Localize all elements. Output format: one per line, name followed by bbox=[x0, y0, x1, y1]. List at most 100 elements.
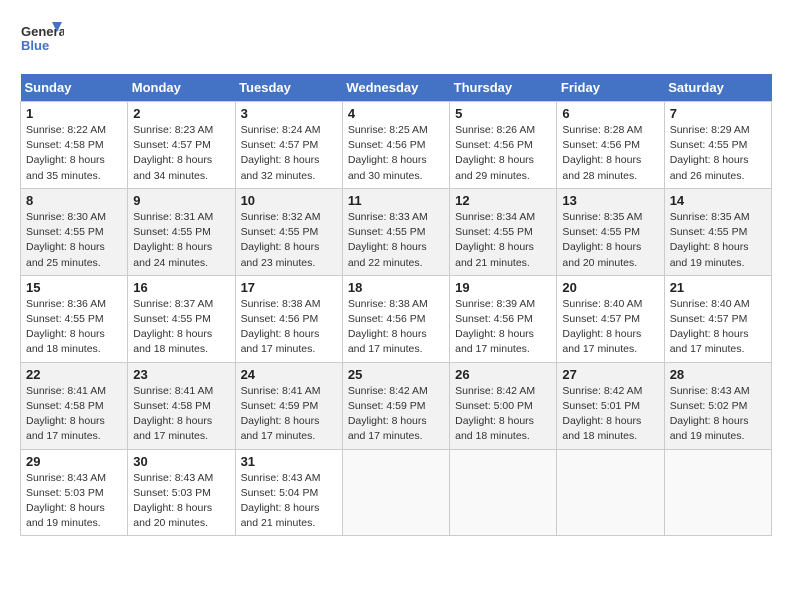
calendar-cell: 28Sunrise: 8:43 AMSunset: 5:02 PMDayligh… bbox=[664, 362, 771, 449]
day-info: Sunrise: 8:35 AMSunset: 4:55 PMDaylight:… bbox=[562, 210, 658, 271]
day-info: Sunrise: 8:42 AMSunset: 5:01 PMDaylight:… bbox=[562, 384, 658, 445]
day-info: Sunrise: 8:33 AMSunset: 4:55 PMDaylight:… bbox=[348, 210, 444, 271]
calendar-cell: 9Sunrise: 8:31 AMSunset: 4:55 PMDaylight… bbox=[128, 188, 235, 275]
weekday-header-thursday: Thursday bbox=[450, 74, 557, 102]
day-number: 15 bbox=[26, 280, 122, 295]
day-info: Sunrise: 8:39 AMSunset: 4:56 PMDaylight:… bbox=[455, 297, 551, 358]
day-info: Sunrise: 8:32 AMSunset: 4:55 PMDaylight:… bbox=[241, 210, 337, 271]
day-info: Sunrise: 8:41 AMSunset: 4:59 PMDaylight:… bbox=[241, 384, 337, 445]
day-number: 21 bbox=[670, 280, 766, 295]
day-info: Sunrise: 8:36 AMSunset: 4:55 PMDaylight:… bbox=[26, 297, 122, 358]
calendar-cell: 24 Sunrise: 8:41 AMSunset: 4:59 PMDayligh… bbox=[235, 362, 342, 449]
weekday-header-row: SundayMondayTuesdayWednesdayThursdayFrid… bbox=[21, 74, 772, 102]
calendar-cell: 30 Sunrise: 8:43 AMSunset: 5:03 PMDayligh… bbox=[128, 449, 235, 536]
calendar-cell: 1 Sunrise: 8:22 AMSunset: 4:58 PMDaylight… bbox=[21, 102, 128, 189]
calendar-week-row: 1 Sunrise: 8:22 AMSunset: 4:58 PMDaylight… bbox=[21, 102, 772, 189]
calendar-cell: 20 Sunrise: 8:40 AMSunset: 4:57 PMDayligh… bbox=[557, 275, 664, 362]
day-info: Sunrise: 8:38 AMSunset: 4:56 PMDaylight:… bbox=[348, 297, 444, 358]
day-number: 16 bbox=[133, 280, 229, 295]
day-number: 12 bbox=[455, 193, 551, 208]
weekday-header-tuesday: Tuesday bbox=[235, 74, 342, 102]
day-info: Sunrise: 8:43 AMSunset: 5:04 PMDaylight:… bbox=[241, 471, 337, 532]
day-number: 25 bbox=[348, 367, 444, 382]
day-number: 5 bbox=[455, 106, 551, 121]
day-number: 31 bbox=[241, 454, 337, 469]
day-info: Sunrise: 8:23 AMSunset: 4:57 PMDaylight:… bbox=[133, 123, 229, 184]
day-number: 18 bbox=[348, 280, 444, 295]
day-info: Sunrise: 8:24 AMSunset: 4:57 PMDaylight:… bbox=[241, 123, 337, 184]
day-number: 19 bbox=[455, 280, 551, 295]
day-info: Sunrise: 8:41 AMSunset: 4:58 PMDaylight:… bbox=[133, 384, 229, 445]
calendar-cell: 6 Sunrise: 8:28 AMSunset: 4:56 PMDaylight… bbox=[557, 102, 664, 189]
day-number: 13 bbox=[562, 193, 658, 208]
day-info: Sunrise: 8:42 AMSunset: 5:00 PMDaylight:… bbox=[455, 384, 551, 445]
logo-svg: General Blue bbox=[20, 20, 64, 64]
calendar-week-row: 29 Sunrise: 8:43 AMSunset: 5:03 PMDayligh… bbox=[21, 449, 772, 536]
calendar-cell: 18 Sunrise: 8:38 AMSunset: 4:56 PMDayligh… bbox=[342, 275, 449, 362]
calendar-cell: 21Sunrise: 8:40 AMSunset: 4:57 PMDayligh… bbox=[664, 275, 771, 362]
calendar-cell: 16 Sunrise: 8:37 AMSunset: 4:55 PMDayligh… bbox=[128, 275, 235, 362]
day-number: 17 bbox=[241, 280, 337, 295]
day-number: 24 bbox=[241, 367, 337, 382]
calendar-cell: 8 Sunrise: 8:30 AMSunset: 4:55 PMDaylight… bbox=[21, 188, 128, 275]
day-number: 3 bbox=[241, 106, 337, 121]
calendar-cell: 31 Sunrise: 8:43 AMSunset: 5:04 PMDayligh… bbox=[235, 449, 342, 536]
weekday-header-saturday: Saturday bbox=[664, 74, 771, 102]
day-info: Sunrise: 8:37 AMSunset: 4:55 PMDaylight:… bbox=[133, 297, 229, 358]
calendar-cell: 4 Sunrise: 8:25 AMSunset: 4:56 PMDaylight… bbox=[342, 102, 449, 189]
svg-text:Blue: Blue bbox=[21, 38, 49, 53]
day-info: Sunrise: 8:42 AMSunset: 4:59 PMDaylight:… bbox=[348, 384, 444, 445]
day-number: 14 bbox=[670, 193, 766, 208]
calendar-cell: 5 Sunrise: 8:26 AMSunset: 4:56 PMDaylight… bbox=[450, 102, 557, 189]
day-number: 1 bbox=[26, 106, 122, 121]
weekday-header-sunday: Sunday bbox=[21, 74, 128, 102]
calendar-cell bbox=[557, 449, 664, 536]
calendar-cell: 19 Sunrise: 8:39 AMSunset: 4:56 PMDayligh… bbox=[450, 275, 557, 362]
day-number: 30 bbox=[133, 454, 229, 469]
calendar-cell: 12 Sunrise: 8:34 AMSunset: 4:55 PMDayligh… bbox=[450, 188, 557, 275]
day-info: Sunrise: 8:34 AMSunset: 4:55 PMDaylight:… bbox=[455, 210, 551, 271]
weekday-header-monday: Monday bbox=[128, 74, 235, 102]
calendar-cell: 14 Sunrise: 8:35 AMSunset: 4:55 PMDayligh… bbox=[664, 188, 771, 275]
day-info: Sunrise: 8:43 AMSunset: 5:03 PMDaylight:… bbox=[133, 471, 229, 532]
calendar-cell: 26 Sunrise: 8:42 AMSunset: 5:00 PMDayligh… bbox=[450, 362, 557, 449]
day-info: Sunrise: 8:30 AMSunset: 4:55 PMDaylight:… bbox=[26, 210, 122, 271]
calendar-cell bbox=[664, 449, 771, 536]
calendar-cell: 17 Sunrise: 8:38 AMSunset: 4:56 PMDayligh… bbox=[235, 275, 342, 362]
day-number: 4 bbox=[348, 106, 444, 121]
day-info: Sunrise: 8:22 AMSunset: 4:58 PMDaylight:… bbox=[26, 123, 122, 184]
calendar-cell: 23Sunrise: 8:41 AMSunset: 4:58 PMDayligh… bbox=[128, 362, 235, 449]
calendar-cell: 22Sunrise: 8:41 AMSunset: 4:58 PMDayligh… bbox=[21, 362, 128, 449]
day-number: 6 bbox=[562, 106, 658, 121]
weekday-header-wednesday: Wednesday bbox=[342, 74, 449, 102]
day-number: 29 bbox=[26, 454, 122, 469]
calendar-cell: 7Sunrise: 8:29 AMSunset: 4:55 PMDaylight… bbox=[664, 102, 771, 189]
day-info: Sunrise: 8:28 AMSunset: 4:56 PMDaylight:… bbox=[562, 123, 658, 184]
calendar-cell: 25 Sunrise: 8:42 AMSunset: 4:59 PMDayligh… bbox=[342, 362, 449, 449]
logo: General Blue bbox=[20, 20, 64, 64]
day-number: 8 bbox=[26, 193, 122, 208]
day-number: 22 bbox=[26, 367, 122, 382]
day-number: 28 bbox=[670, 367, 766, 382]
weekday-header-friday: Friday bbox=[557, 74, 664, 102]
day-info: Sunrise: 8:26 AMSunset: 4:56 PMDaylight:… bbox=[455, 123, 551, 184]
day-info: Sunrise: 8:35 AMSunset: 4:55 PMDaylight:… bbox=[670, 210, 766, 271]
day-info: Sunrise: 8:25 AMSunset: 4:56 PMDaylight:… bbox=[348, 123, 444, 184]
day-number: 26 bbox=[455, 367, 551, 382]
calendar-table: SundayMondayTuesdayWednesdayThursdayFrid… bbox=[20, 74, 772, 536]
calendar-week-row: 8 Sunrise: 8:30 AMSunset: 4:55 PMDaylight… bbox=[21, 188, 772, 275]
calendar-cell: 13 Sunrise: 8:35 AMSunset: 4:55 PMDayligh… bbox=[557, 188, 664, 275]
day-number: 27 bbox=[562, 367, 658, 382]
day-number: 20 bbox=[562, 280, 658, 295]
day-info: Sunrise: 8:40 AMSunset: 4:57 PMDaylight:… bbox=[562, 297, 658, 358]
calendar-week-row: 15 Sunrise: 8:36 AMSunset: 4:55 PMDayligh… bbox=[21, 275, 772, 362]
calendar-week-row: 22 Sunrise: 8:41 AMSunset: 4:58 PMDayligh… bbox=[21, 362, 772, 449]
calendar-cell: 10 Sunrise: 8:32 AMSunset: 4:55 PMDayligh… bbox=[235, 188, 342, 275]
calendar-cell bbox=[450, 449, 557, 536]
day-number: 10 bbox=[241, 193, 337, 208]
day-info: Sunrise: 8:31 AMSunset: 4:55 PMDaylight:… bbox=[133, 210, 229, 271]
day-number: 7 bbox=[670, 106, 766, 121]
day-info: Sunrise: 8:43 AMSunset: 5:03 PMDaylight:… bbox=[26, 471, 122, 532]
calendar-cell bbox=[342, 449, 449, 536]
day-info: Sunrise: 8:38 AMSunset: 4:56 PMDaylight:… bbox=[241, 297, 337, 358]
